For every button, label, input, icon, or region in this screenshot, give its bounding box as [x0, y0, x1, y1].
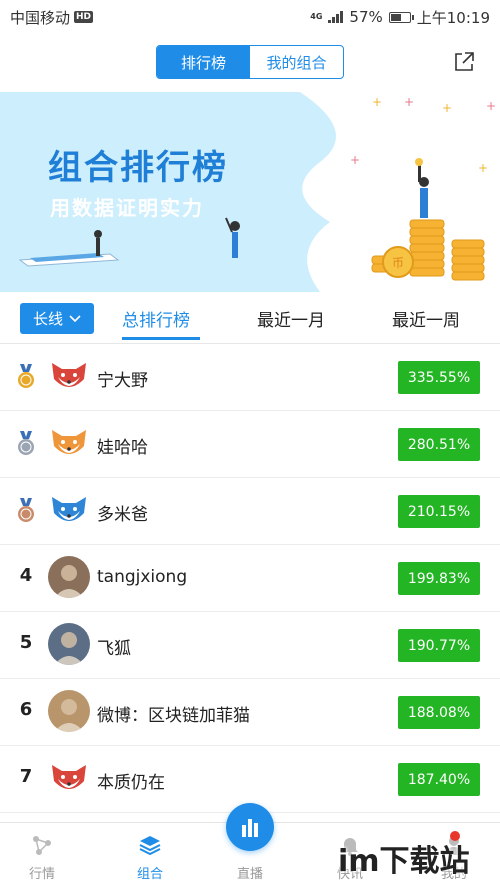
avatar: [52, 363, 86, 387]
live-button[interactable]: [226, 803, 274, 851]
svg-text:+: +: [350, 153, 360, 167]
watermark: im下载站: [338, 844, 470, 879]
nav-market-label: 行情: [28, 867, 55, 882]
return-badge: 187.40%: [398, 763, 480, 796]
rank-number: 7: [19, 766, 33, 787]
carrier-name: 中国移动: [10, 8, 71, 27]
user-name: 本质仍在: [97, 773, 165, 793]
medal-icon: [18, 498, 34, 522]
term-dropdown-label: 长线: [32, 310, 63, 328]
return-badge: 280.51%: [398, 428, 480, 461]
network-type: 4G: [310, 12, 323, 21]
clock: 上午10:19: [416, 8, 490, 27]
svg-text:+: +: [442, 101, 452, 115]
active-tab-indicator: [122, 337, 200, 340]
term-dropdown[interactable]: 长线: [20, 303, 94, 334]
avatar: [52, 497, 86, 521]
avatar: [48, 556, 90, 598]
user-name: 娃哈哈: [97, 438, 148, 458]
medal-icon: [18, 364, 34, 388]
nav-portfolio[interactable]: 组合: [110, 823, 190, 889]
segment-control: 排行榜 我的组合: [156, 45, 344, 79]
signal-icon: [328, 11, 344, 23]
rank-number: 4: [19, 565, 33, 586]
ranking-row[interactable]: 6 微博：区块链加菲猫 188.08%: [0, 679, 500, 746]
return-badge: 199.83%: [398, 562, 480, 595]
svg-text:币: 币: [392, 256, 404, 270]
layers-icon: [139, 836, 161, 856]
return-badge: 210.15%: [398, 495, 480, 528]
tab-ranking[interactable]: 排行榜: [157, 46, 250, 78]
user-name: tangjxiong: [97, 567, 188, 587]
avatar: [52, 430, 86, 454]
nav-portfolio-label: 组合: [136, 867, 163, 882]
market-icon: [33, 836, 51, 855]
tab-last-week[interactable]: 最近一周: [392, 306, 460, 331]
battery-icon: [388, 11, 414, 23]
chevron-down-icon: [69, 314, 81, 322]
avatar: [52, 765, 86, 789]
share-icon[interactable]: [452, 50, 476, 74]
rank-number: 5: [19, 632, 33, 653]
return-badge: 335.55%: [398, 361, 480, 394]
banner-subtitle: 用数据证明实力: [50, 196, 204, 220]
ranking-row[interactable]: 多米爸 210.15%: [0, 478, 500, 545]
avatar: [48, 690, 90, 732]
return-badge: 190.77%: [398, 629, 480, 662]
ranking-row[interactable]: 5 飞狐 190.77%: [0, 612, 500, 679]
status-bar: 中国移动 HD 4G 57% 上午10:19: [0, 0, 500, 34]
user-name: 微博：区块链加菲猫: [97, 706, 250, 726]
user-name: 飞狐: [97, 639, 131, 659]
banner[interactable]: + + + + + + 币 组合排行榜 用数据证明实力: [0, 92, 500, 292]
rank-number: 6: [19, 699, 33, 720]
return-badge: 188.08%: [398, 696, 480, 729]
filter-bar: 长线 总排行榜 最近一月 最近一周: [0, 292, 500, 344]
tab-last-month[interactable]: 最近一月: [257, 306, 325, 331]
svg-text:+: +: [372, 95, 382, 109]
svg-text:+: +: [486, 99, 496, 113]
ranking-row[interactable]: 娃哈哈 280.51%: [0, 411, 500, 478]
nav-live-label: 直播: [236, 867, 263, 882]
svg-text:+: +: [404, 95, 414, 109]
banner-title: 组合排行榜: [48, 148, 228, 188]
ranking-row[interactable]: 4 tangjxiong 199.83%: [0, 545, 500, 612]
nav-live[interactable]: 直播: [210, 803, 290, 889]
app-header: 排行榜 我的组合: [0, 34, 500, 90]
medal-icon: [18, 431, 34, 455]
svg-text:+: +: [478, 161, 488, 175]
nav-market[interactable]: 行情: [2, 823, 82, 889]
user-name: 多米爸: [97, 505, 148, 525]
battery-percent: 57%: [349, 8, 383, 26]
avatar: [48, 623, 90, 665]
bar-chart-icon: [242, 819, 258, 837]
hd-badge: HD: [74, 11, 94, 23]
ranking-row[interactable]: 宁大野 335.55%: [0, 344, 500, 411]
user-name: 宁大野: [97, 371, 148, 391]
tab-my-portfolio[interactable]: 我的组合: [250, 46, 343, 78]
tab-overall-ranking[interactable]: 总排行榜: [122, 306, 190, 331]
